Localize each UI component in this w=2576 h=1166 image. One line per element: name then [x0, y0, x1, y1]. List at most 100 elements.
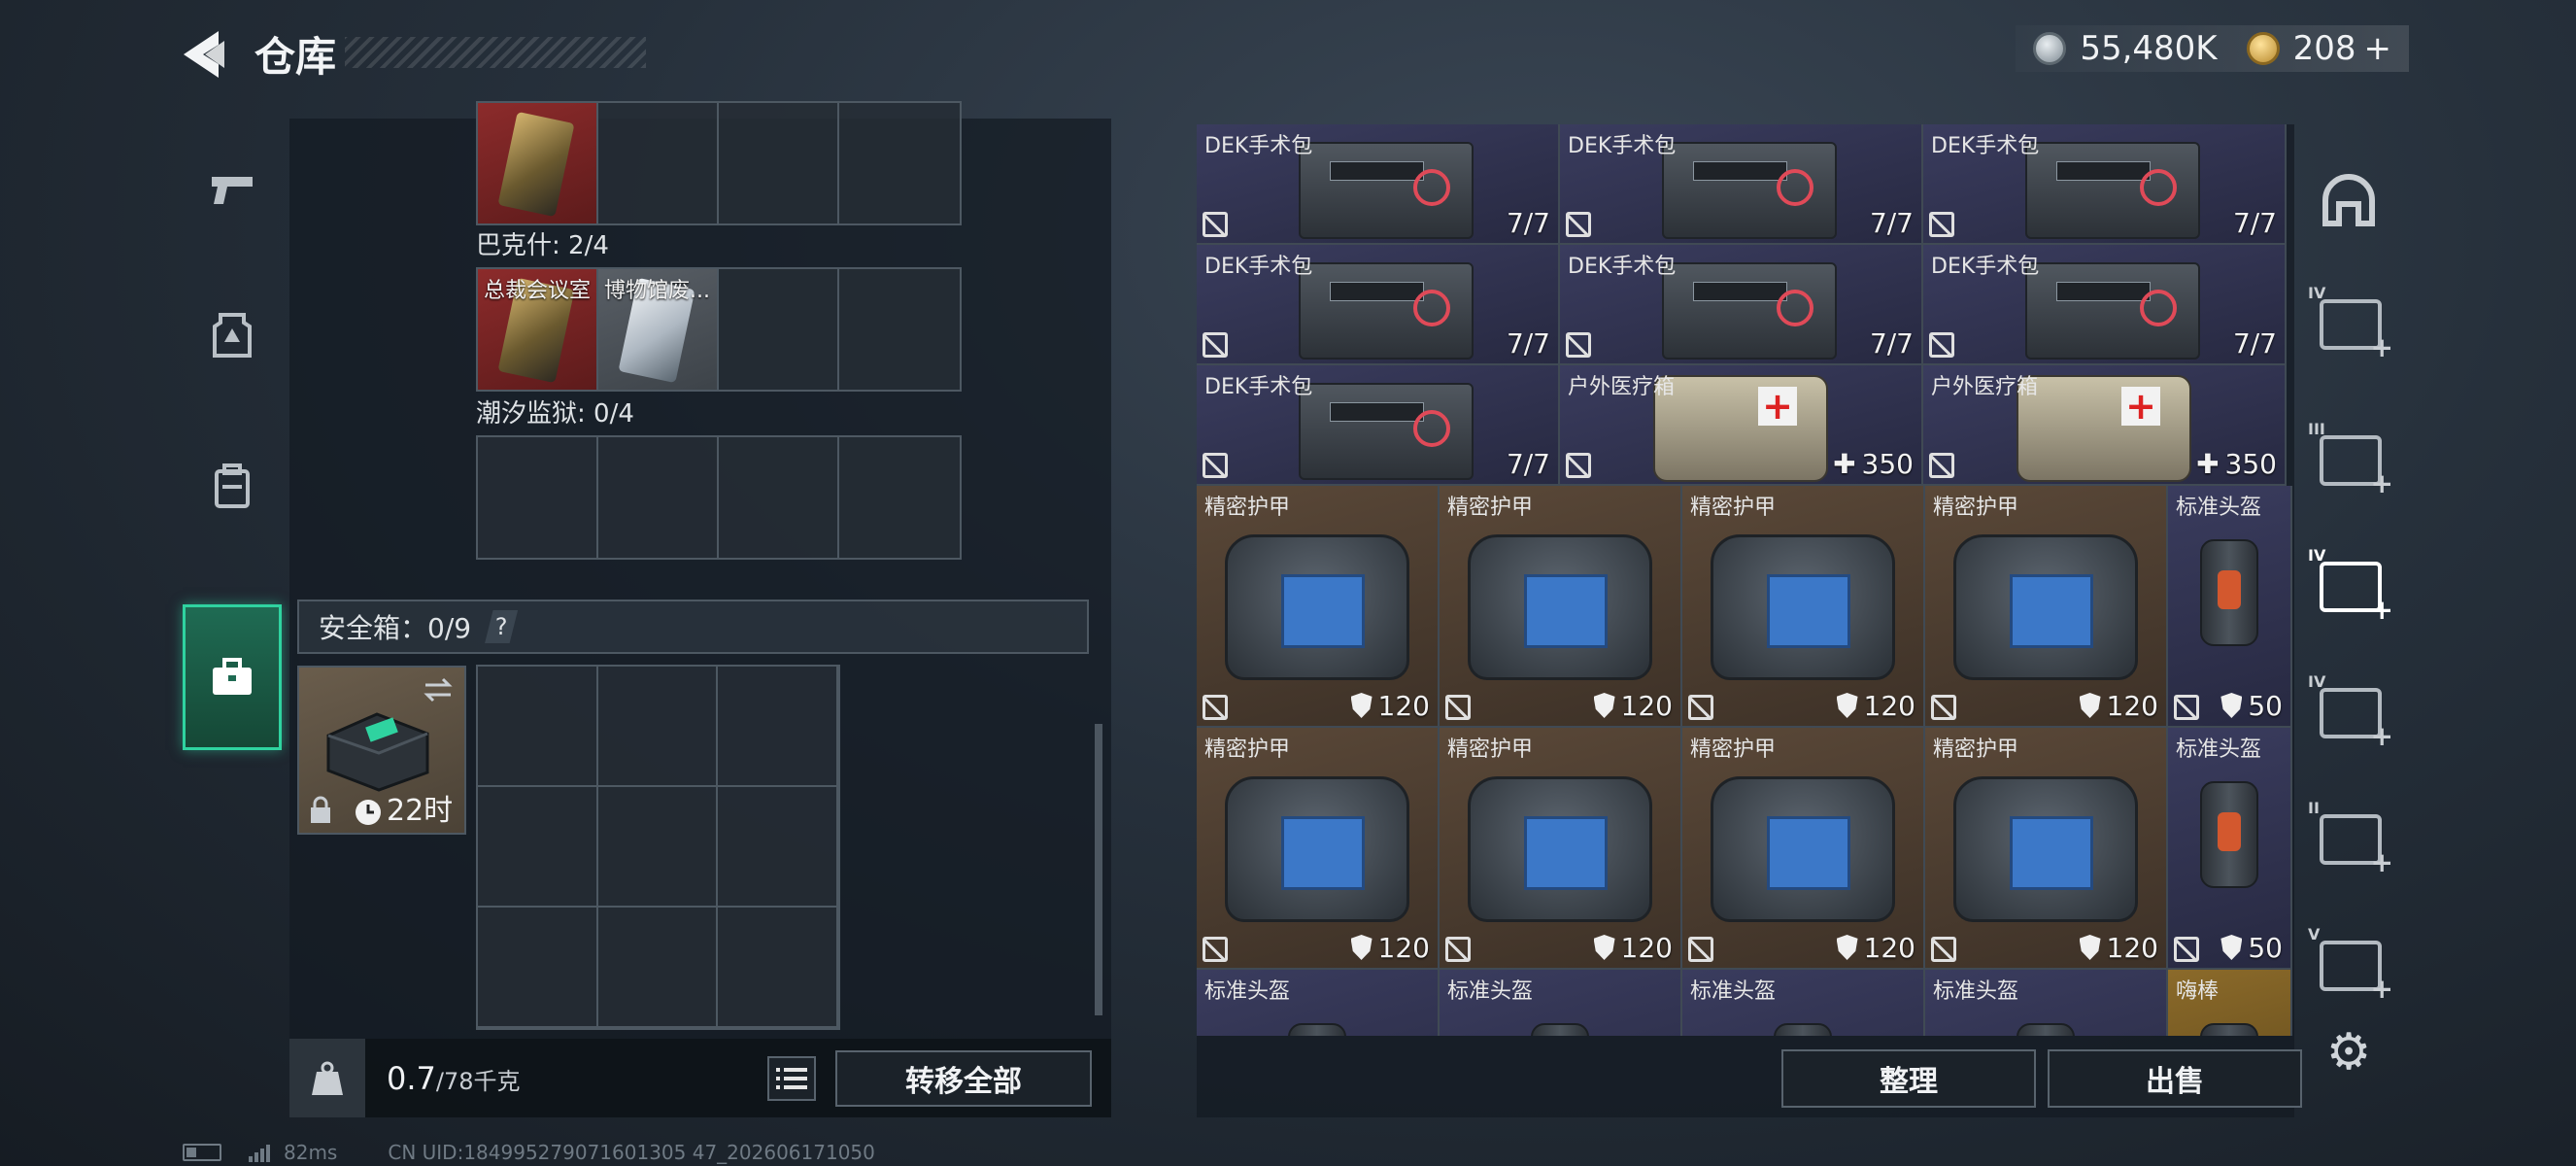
item-tile[interactable]: DEK手术包 7/7 — [1197, 365, 1560, 486]
durability-shield-icon — [1593, 693, 1615, 718]
filter-tier[interactable]: III + — [2308, 420, 2393, 499]
item-tile[interactable]: 标准头盔 — [1197, 970, 1440, 1036]
armor-image — [1711, 776, 1895, 922]
item-count: 120 — [1836, 932, 1915, 964]
gold-coin-icon[interactable] — [2246, 32, 2280, 65]
item-tile[interactable]: 嗨棒 — [2168, 970, 2292, 1036]
item-tile[interactable]: 标准头盔 50 — [2168, 486, 2292, 728]
item-tile[interactable]: DEK手术包 7/7 — [1923, 245, 2287, 365]
durability-shield-icon — [2079, 693, 2101, 718]
list-view-button[interactable] — [767, 1056, 816, 1101]
card-slot[interactable] — [719, 269, 839, 390]
item-name: 标准头盔 — [1204, 979, 1291, 1004]
tab-safebox[interactable] — [183, 604, 282, 750]
safebox-slot[interactable] — [478, 787, 598, 908]
item-count-value: 7/7 — [2232, 207, 2277, 239]
left-scrollbar[interactable] — [1095, 724, 1102, 1015]
safebox-slot[interactable] — [478, 667, 598, 787]
item-tile[interactable]: DEK手术包 7/7 — [1923, 124, 2287, 245]
filter-tier[interactable]: V + — [2308, 925, 2393, 1005]
helmet-image — [2200, 539, 2258, 646]
card-slot[interactable] — [598, 103, 719, 223]
tab-backpack[interactable] — [183, 413, 282, 559]
item-tile[interactable]: DEK手术包 7/7 — [1197, 245, 1560, 365]
item-tile[interactable]: 精密护甲 120 — [1440, 728, 1682, 970]
item-tile[interactable]: 户外医疗箱 ✚350 — [1560, 365, 1923, 486]
item-tile[interactable]: 精密护甲 120 — [1197, 728, 1440, 970]
tier-label: V — [2308, 925, 2321, 943]
no-trade-icon — [1203, 695, 1228, 720]
filter-tier[interactable]: II + — [2308, 799, 2393, 878]
item-count-value: 7/7 — [1506, 448, 1550, 480]
help-button[interactable]: ? — [485, 610, 519, 643]
safebox-slot[interactable] — [597, 787, 719, 908]
gold-topup-button[interactable]: + — [2364, 29, 2392, 68]
item-tile[interactable]: 标准头盔 — [1440, 970, 1682, 1036]
back-button[interactable] — [180, 27, 238, 82]
item-tile[interactable]: 精密护甲 120 — [1682, 486, 1925, 728]
item-tile[interactable]: 精密护甲 120 — [1440, 486, 1682, 728]
armor-image — [1468, 776, 1652, 922]
safebox-slot[interactable] — [597, 908, 719, 1028]
item-tile[interactable]: DEK手术包 7/7 — [1197, 124, 1560, 245]
no-trade-icon — [1203, 453, 1228, 478]
item-tile[interactable]: 标准头盔 50 — [2168, 728, 2292, 970]
card-slot[interactable] — [478, 437, 598, 558]
item-count: 120 — [1350, 690, 1430, 722]
card-slot[interactable] — [598, 437, 719, 558]
card-slot[interactable] — [478, 103, 598, 223]
settings-gear-icon[interactable]: ⚙ — [2322, 1025, 2376, 1080]
item-tile[interactable]: DEK手术包 7/7 — [1560, 245, 1923, 365]
item-tile[interactable]: 精密护甲 120 — [1925, 486, 2168, 728]
filter-tier[interactable]: IV + — [2308, 284, 2393, 363]
armor-image — [1225, 534, 1409, 680]
no-trade-icon — [1931, 937, 1956, 962]
safebox-item[interactable]: 22时 — [297, 666, 466, 835]
sell-button[interactable]: 出售 — [2048, 1049, 2302, 1108]
silver-coin-icon — [2033, 32, 2067, 65]
kit-image — [2025, 142, 2200, 239]
tab-armor[interactable] — [183, 262, 282, 408]
kit-image — [2025, 262, 2200, 360]
item-count: 7/7 — [2233, 327, 2277, 360]
item-tile[interactable]: 标准头盔 — [1682, 970, 1925, 1036]
safebox-case-icon — [326, 712, 429, 792]
safebox-slot[interactable] — [478, 908, 598, 1028]
item-count-value: 7/7 — [2232, 327, 2277, 360]
item-tile[interactable]: 精密护甲 120 — [1682, 728, 1925, 970]
safebox-slot[interactable] — [597, 667, 719, 787]
item-tile[interactable]: 精密护甲 120 — [1197, 486, 1440, 728]
safebox-slot[interactable] — [718, 908, 838, 1028]
item-count-value: 120 — [2106, 690, 2158, 722]
safebox-slot[interactable] — [718, 787, 838, 908]
item-tile[interactable]: DEK手术包 7/7 — [1560, 124, 1923, 245]
helmet-image — [2200, 781, 2258, 888]
item-tile[interactable]: 精密护甲 120 — [1925, 728, 2168, 970]
card-slot[interactable] — [719, 437, 839, 558]
item-count-value: 7/7 — [1869, 327, 1914, 360]
filter-tier[interactable]: IV + — [2308, 546, 2393, 626]
no-trade-icon — [1931, 695, 1956, 720]
item-tile[interactable]: 标准头盔 — [1925, 970, 2168, 1036]
transfer-all-button[interactable]: 转移全部 — [835, 1050, 1092, 1107]
item-count-value: 350 — [2224, 448, 2277, 480]
item-count: 120 — [1593, 932, 1673, 964]
signal-icon — [249, 1143, 270, 1162]
card-slot[interactable] — [839, 437, 960, 558]
filter-tier[interactable]: IV + — [2308, 672, 2393, 752]
safebox-slot[interactable] — [718, 667, 838, 787]
item-count: ✚ 350 — [2196, 448, 2277, 480]
card-slot[interactable] — [839, 269, 960, 390]
durability-shield-icon — [1836, 693, 1858, 718]
tab-weapons[interactable] — [183, 117, 282, 262]
card-slot[interactable]: 博物馆废... — [598, 269, 719, 390]
sort-button[interactable]: 整理 — [1781, 1049, 2036, 1108]
left-category-sidebar — [183, 117, 282, 772]
card-slot[interactable] — [719, 103, 839, 223]
item-tile[interactable]: 户外医疗箱 ✚350 — [1923, 365, 2287, 486]
card-slot[interactable]: 总裁会议室 — [478, 269, 598, 390]
card-slot[interactable] — [839, 103, 960, 223]
no-trade-icon — [1445, 695, 1471, 720]
filter-all[interactable] — [2320, 173, 2382, 231]
item-count: 50 — [2220, 932, 2283, 964]
